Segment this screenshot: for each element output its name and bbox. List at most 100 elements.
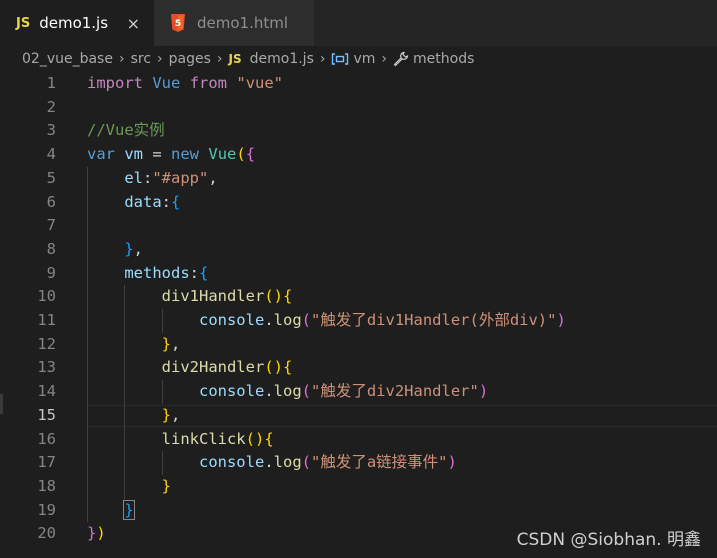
- code-line[interactable]: 8 },: [0, 238, 717, 262]
- code-line[interactable]: 3 //Vue实例: [0, 119, 717, 143]
- code-token: {: [199, 263, 209, 282]
- code-token: "触发了a链接事件": [311, 453, 448, 472]
- code-token: vm: [124, 145, 144, 164]
- line-number: 10: [37, 287, 56, 306]
- line-number: 4: [46, 145, 56, 164]
- code-token: }: [161, 405, 171, 424]
- line-number: 3: [46, 121, 56, 140]
- line-number: 8: [46, 239, 56, 258]
- code-token: (: [301, 453, 311, 472]
- tab-demo1-html[interactable]: 5 demo1.html: [154, 0, 314, 46]
- code-line[interactable]: 19 }: [0, 499, 717, 523]
- code-line[interactable]: 5 el:"#app",: [0, 167, 717, 191]
- code-line[interactable]: 13 div2Handler(){: [0, 356, 717, 380]
- code-token: (: [301, 382, 311, 401]
- wrench-property-icon: [393, 51, 409, 67]
- code-token: el: [124, 168, 143, 187]
- code-line[interactable]: 6 data:{: [0, 191, 717, 215]
- tab-demo1-js[interactable]: JS demo1.js ×: [0, 0, 154, 46]
- code-line[interactable]: 14 console.log("触发了div2Handler"): [0, 380, 717, 404]
- breadcrumb-symbol-label: vm: [353, 51, 376, 67]
- code-line[interactable]: 15 },: [0, 404, 717, 428]
- code-text: },: [87, 333, 181, 357]
- code-token: (: [264, 287, 274, 306]
- code-token: }: [161, 476, 171, 495]
- code-line[interactable]: 18 }: [0, 475, 717, 499]
- code-token: linkClick: [161, 429, 246, 448]
- code-token: div2Handler: [161, 358, 265, 377]
- indent-guide: [161, 309, 163, 333]
- code-token: //Vue实例: [87, 121, 165, 140]
- line-number: 9: [46, 263, 56, 282]
- breadcrumb-file[interactable]: JS demo1.js: [229, 51, 314, 67]
- code-token: div1Handler: [161, 287, 265, 306]
- code-line[interactable]: 4 var vm = new Vue({: [0, 143, 717, 167]
- tab-bar: JS demo1.js × 5 demo1.html: [0, 0, 717, 46]
- code-line[interactable]: 12 },: [0, 333, 717, 357]
- code-text: div1Handler(){: [87, 285, 293, 309]
- code-token: :: [143, 168, 153, 187]
- chevron-right-icon: ›: [319, 51, 326, 67]
- code-token: data: [124, 192, 162, 211]
- code-token: ): [273, 287, 283, 306]
- watermark: CSDN @Siobhan. 明鑫: [516, 530, 701, 550]
- code-token: ): [96, 524, 106, 543]
- close-icon[interactable]: ×: [127, 14, 140, 33]
- code-token: log: [273, 311, 302, 329]
- code-text: },: [87, 404, 181, 428]
- code-token: console: [198, 382, 265, 401]
- code-token: ): [447, 453, 457, 472]
- breadcrumb-folder-src[interactable]: src: [131, 51, 151, 67]
- code-line[interactable]: 16 linkClick(){: [0, 428, 717, 452]
- breadcrumb-file-label: demo1.js: [249, 51, 314, 67]
- code-token: .: [264, 382, 274, 401]
- code-token: }: [124, 239, 134, 258]
- code-line[interactable]: 10 div1Handler(){: [0, 285, 717, 309]
- code-token: :: [161, 192, 171, 211]
- breadcrumb-folder-pages[interactable]: pages: [169, 51, 211, 67]
- html5-file-icon: 5: [170, 14, 186, 32]
- indent-guide: [161, 451, 163, 475]
- code-token: {: [283, 287, 293, 306]
- code-line[interactable]: 9 methods:{: [0, 262, 717, 286]
- breadcrumb-symbol-methods[interactable]: methods: [393, 51, 474, 67]
- code-token: ): [255, 429, 265, 448]
- code-token: "#app": [152, 168, 209, 187]
- breadcrumb-folder-02-vue-base[interactable]: 02_vue_base: [22, 51, 113, 67]
- code-editor[interactable]: 1 import Vue from "vue" 2 3 //Vue实例 4 var vm =…: [0, 72, 717, 558]
- code-token: }: [161, 334, 171, 353]
- line-number: 17: [37, 453, 56, 472]
- code-token: .: [264, 453, 274, 472]
- code-token: Vue: [208, 145, 237, 164]
- code-line[interactable]: 2: [0, 96, 717, 120]
- code-token: ,: [133, 239, 144, 258]
- code-token: "触发了div2Handler": [311, 382, 479, 401]
- code-line[interactable]: 7: [0, 214, 717, 238]
- code-text: data:{: [87, 191, 180, 215]
- line-number: 5: [46, 168, 56, 187]
- chevron-right-icon: ›: [216, 51, 223, 67]
- code-text: console.log("触发了div1Handler(外部div)"): [87, 309, 566, 333]
- code-token: ,: [208, 168, 218, 187]
- code-token: }: [87, 524, 97, 543]
- code-text: //Vue实例: [87, 119, 165, 143]
- line-number: 20: [37, 524, 56, 543]
- code-token: (: [301, 311, 311, 329]
- code-line[interactable]: 1 import Vue from "vue": [0, 72, 717, 96]
- code-line[interactable]: 11 console.log("触发了div1Handler(外部div)"): [0, 309, 717, 333]
- breadcrumb: 02_vue_base › src › pages › JS demo1.js …: [0, 46, 717, 72]
- code-token: (: [245, 429, 255, 448]
- code-token: "触发了div1Handler(外部div)": [311, 311, 557, 329]
- javascript-file-icon: JS: [228, 52, 242, 66]
- line-number: 14: [37, 382, 56, 401]
- breadcrumb-symbol-vm[interactable]: vm: [331, 51, 375, 67]
- breadcrumb-symbol-label: methods: [413, 51, 475, 67]
- code-line[interactable]: 17 console.log("触发了a链接事件"): [0, 451, 717, 475]
